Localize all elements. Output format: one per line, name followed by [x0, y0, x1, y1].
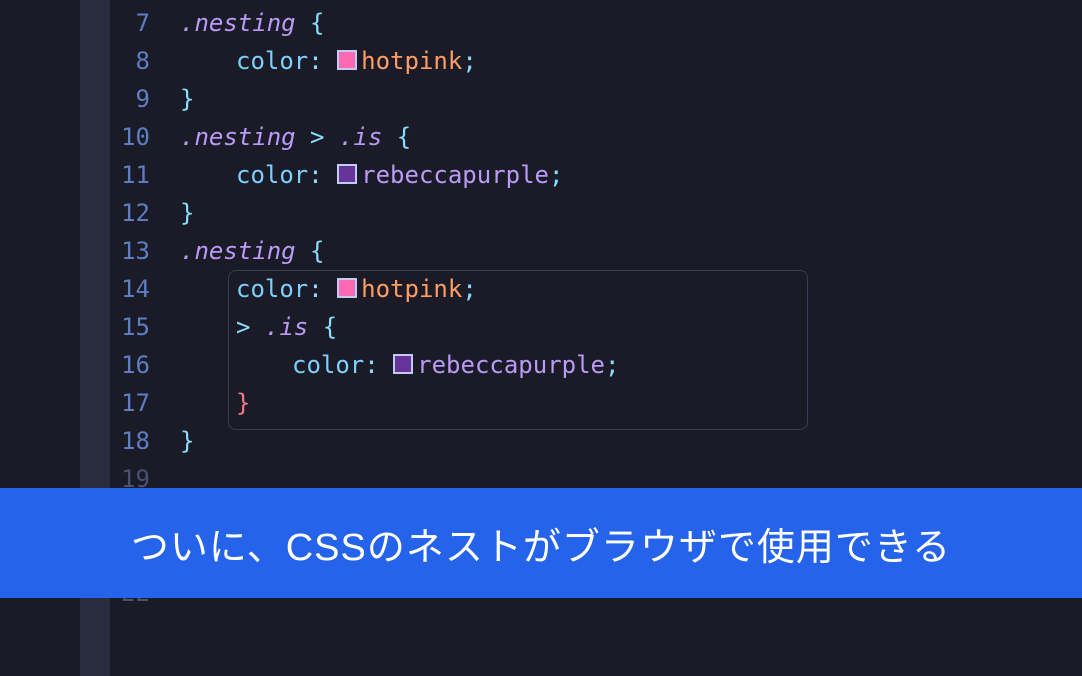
colon: : — [308, 275, 337, 303]
color-swatch-icon[interactable] — [393, 354, 413, 374]
line-number[interactable]: 8 — [0, 42, 180, 80]
line-number[interactable]: 18 — [0, 422, 180, 460]
line-number[interactable]: 15 — [0, 308, 180, 346]
semicolon: ; — [605, 351, 619, 379]
code-line-7[interactable]: .nesting { — [180, 4, 1082, 42]
open-brace: { — [308, 313, 337, 341]
code-line-8[interactable]: color: hotpink; — [180, 42, 1082, 80]
color-swatch-icon[interactable] — [337, 50, 357, 70]
css-selector: .is — [265, 313, 308, 341]
close-brace: } — [180, 199, 194, 227]
semicolon: ; — [462, 47, 476, 75]
line-number[interactable]: 12 — [0, 194, 180, 232]
close-brace: } — [236, 389, 250, 417]
line-number[interactable]: 13 — [0, 232, 180, 270]
code-line-14[interactable]: color: hotpink; — [180, 270, 1082, 308]
code-line-15[interactable]: > .is { — [180, 308, 1082, 346]
css-combinator: > — [296, 123, 339, 151]
line-number[interactable]: 16 — [0, 346, 180, 384]
colon: : — [308, 47, 337, 75]
banner-text: ついに、CSSのネストがブラウザで使用できる — [131, 516, 951, 571]
open-brace: { — [296, 237, 325, 265]
line-number[interactable]: 17 — [0, 384, 180, 422]
css-property: color — [236, 161, 308, 189]
close-brace: } — [180, 85, 194, 113]
line-number[interactable]: 11 — [0, 156, 180, 194]
code-line-16[interactable]: color: rebeccapurple; — [180, 346, 1082, 384]
code-line-17[interactable]: } — [180, 384, 1082, 422]
css-property: color — [236, 275, 308, 303]
css-selector: .nesting — [180, 237, 296, 265]
code-line-12[interactable]: } — [180, 194, 1082, 232]
color-swatch-icon[interactable] — [337, 164, 357, 184]
line-number[interactable]: 10 — [0, 118, 180, 156]
code-line-18[interactable]: } — [180, 422, 1082, 460]
css-value: hotpink — [361, 47, 462, 75]
line-number[interactable]: 14 — [0, 270, 180, 308]
line-number[interactable]: 9 — [0, 80, 180, 118]
colon: : — [364, 351, 393, 379]
code-line-11[interactable]: color: rebeccapurple; — [180, 156, 1082, 194]
semicolon: ; — [549, 161, 563, 189]
open-brace: { — [296, 9, 325, 37]
css-property: color — [292, 351, 364, 379]
css-property: color — [236, 47, 308, 75]
colon: : — [308, 161, 337, 189]
open-brace: { — [382, 123, 411, 151]
code-line-10[interactable]: .nesting > .is { — [180, 118, 1082, 156]
css-value: hotpink — [361, 275, 462, 303]
code-line-13[interactable]: .nesting { — [180, 232, 1082, 270]
css-selector: .nesting — [180, 9, 296, 37]
css-selector: .nesting — [180, 123, 296, 151]
color-swatch-icon[interactable] — [337, 278, 357, 298]
close-brace: } — [180, 427, 194, 455]
css-value: rebeccapurple — [361, 161, 549, 189]
css-combinator: > — [236, 313, 265, 341]
css-value: rebeccapurple — [417, 351, 605, 379]
line-number[interactable]: 7 — [0, 4, 180, 42]
css-selector: .is — [339, 123, 382, 151]
code-line-9[interactable]: } — [180, 80, 1082, 118]
semicolon: ; — [462, 275, 476, 303]
headline-banner: ついに、CSSのネストがブラウザで使用できる — [0, 488, 1082, 598]
